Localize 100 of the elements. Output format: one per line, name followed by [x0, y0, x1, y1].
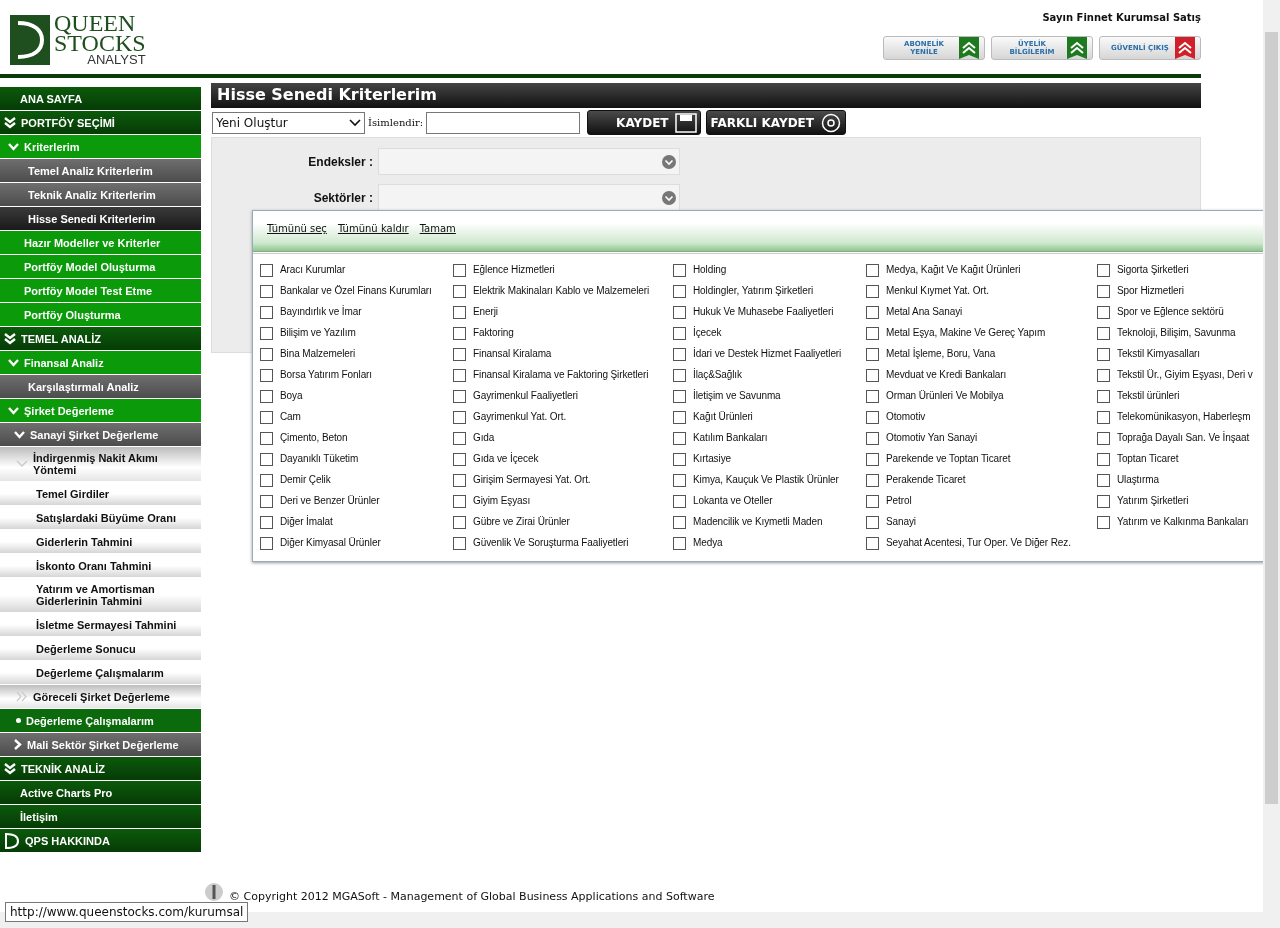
sector-option[interactable]: İlaç&Sağlık — [673, 369, 866, 390]
sector-option[interactable]: Metal Eşya, Makine Ve Gereç Yapım — [866, 327, 1097, 348]
sector-option[interactable]: Toprağa Dayalı San. Ve İnşaat — [1097, 432, 1263, 453]
sector-option[interactable]: Menkul Kıymet Yat. Ort. — [866, 285, 1097, 306]
sector-option[interactable]: Medya — [673, 537, 866, 558]
action-link[interactable]: Tümünü kaldır — [337, 223, 409, 239]
checkbox[interactable] — [866, 306, 879, 319]
checkbox[interactable] — [866, 474, 879, 487]
sector-option[interactable]: Metal Ana Sanayi — [866, 306, 1097, 327]
checkbox[interactable] — [453, 411, 466, 424]
sector-option[interactable]: Bilişim ve Yazılım — [260, 327, 453, 348]
sidebar-item[interactable]: Portföy Model Oluşturma — [0, 255, 201, 278]
name-input[interactable] — [426, 111, 581, 134]
sector-option[interactable]: Gayrimenkul Faaliyetleri — [453, 390, 673, 411]
sector-option[interactable]: Gübre ve Zirai Ürünler — [453, 516, 673, 537]
checkbox[interactable] — [260, 348, 273, 361]
checkbox[interactable] — [453, 327, 466, 340]
sector-option[interactable]: Sigorta Şirketleri — [1097, 264, 1263, 285]
sidebar-item[interactable]: Karşılaştırmalı Analiz — [0, 375, 201, 398]
checkbox[interactable] — [673, 537, 686, 550]
checkbox[interactable] — [673, 285, 686, 298]
sector-option[interactable]: Çimento, Beton — [260, 432, 453, 453]
sector-option[interactable]: Eğlence Hizmetleri — [453, 264, 673, 285]
sidebar-item[interactable]: TEMEL ANALİZ — [0, 327, 201, 350]
sector-option[interactable]: Bankalar ve Özel Finans Kurumları — [260, 285, 453, 306]
sector-option[interactable]: Otomotiv — [866, 411, 1097, 432]
vertical-scrollbar[interactable] — [1263, 0, 1280, 912]
checkbox[interactable] — [673, 369, 686, 382]
checkbox[interactable] — [866, 453, 879, 466]
checkbox[interactable] — [453, 348, 466, 361]
sidebar-item[interactable]: Mali Sektör Şirket Değerleme — [0, 733, 201, 756]
checkbox[interactable] — [260, 537, 273, 550]
sector-option[interactable]: Tekstil Kimyasalları — [1097, 348, 1263, 369]
sidebar-item[interactable]: Şirket Değerleme — [0, 399, 201, 422]
sector-option[interactable]: İçecek — [673, 327, 866, 348]
checkbox[interactable] — [260, 327, 273, 340]
checkbox[interactable] — [1097, 264, 1110, 277]
checkbox[interactable] — [453, 306, 466, 319]
sector-option[interactable]: Petrol — [866, 495, 1097, 516]
sidebar-item[interactable]: ANA SAYFA — [0, 87, 201, 110]
sector-option[interactable]: Faktoring — [453, 327, 673, 348]
checkbox[interactable] — [673, 264, 686, 277]
sector-option[interactable]: Bina Malzemeleri — [260, 348, 453, 369]
sector-option[interactable]: Tekstil Ür., Giyim Eşyası, Deri v — [1097, 369, 1263, 390]
checkbox[interactable] — [453, 390, 466, 403]
sector-option[interactable]: Toptan Ticaret — [1097, 453, 1263, 474]
sector-option[interactable]: Kimya, Kauçuk Ve Plastik Ürünler — [673, 474, 866, 495]
sector-option[interactable]: Teknoloji, Bilişim, Savunma — [1097, 327, 1263, 348]
checkbox[interactable] — [1097, 495, 1110, 508]
sector-option[interactable]: Hukuk Ve Muhasebe Faaliyetleri — [673, 306, 866, 327]
sector-option[interactable]: Girişim Sermayesi Yat. Ort. — [453, 474, 673, 495]
checkbox[interactable] — [260, 285, 273, 298]
sidebar-item[interactable]: Değerleme Çalışmalarım — [0, 709, 201, 732]
checkbox[interactable] — [673, 411, 686, 424]
sidebar-item[interactable]: Teknik Analiz Kriterlerim — [0, 183, 201, 206]
checkbox[interactable] — [673, 453, 686, 466]
sector-option[interactable]: Diğer İmalat — [260, 516, 453, 537]
sector-option[interactable]: Boya — [260, 390, 453, 411]
checkbox[interactable] — [453, 285, 466, 298]
checkbox[interactable] — [1097, 453, 1110, 466]
checkbox[interactable] — [866, 495, 879, 508]
sidebar-item[interactable]: Kriterlerim — [0, 135, 201, 158]
sector-option[interactable]: İdari ve Destek Hizmet Faaliyetleri — [673, 348, 866, 369]
sector-option[interactable]: Elektrik Makinaları Kablo ve Malzemeleri — [453, 285, 673, 306]
checkbox[interactable] — [866, 390, 879, 403]
sector-option[interactable]: Gayrimenkul Yat. Ort. — [453, 411, 673, 432]
save-as-button[interactable]: FARKLI KAYDET — [705, 110, 846, 135]
sector-option[interactable]: Yatırım Şirketleri — [1097, 495, 1263, 516]
sector-option[interactable]: Deri ve Benzer Ürünler — [260, 495, 453, 516]
sidebar-item[interactable]: Portföy Model Test Etme — [0, 279, 201, 302]
sector-option[interactable]: Bayındırlık ve İmar — [260, 306, 453, 327]
sector-option[interactable]: Aracı Kurumlar — [260, 264, 453, 285]
sector-option[interactable]: Cam — [260, 411, 453, 432]
checkbox[interactable] — [1097, 348, 1110, 361]
sector-option[interactable]: Sanayi — [866, 516, 1097, 537]
sector-option[interactable]: Finansal Kiralama — [453, 348, 673, 369]
sector-option[interactable]: Kırtasiye — [673, 453, 866, 474]
sector-option[interactable]: Spor Hizmetleri — [1097, 285, 1263, 306]
sector-option[interactable]: Yatırım ve Kalkınma Bankaları — [1097, 516, 1263, 537]
checkbox[interactable] — [453, 495, 466, 508]
sidebar-item[interactable]: İndirgenmiş Nakit Akımı Yöntemi — [0, 447, 201, 481]
sector-option[interactable]: İletişim ve Savunma — [673, 390, 866, 411]
checkbox[interactable] — [1097, 411, 1110, 424]
checkbox[interactable] — [1097, 474, 1110, 487]
sector-option[interactable]: Dayanıklı Tüketim — [260, 453, 453, 474]
sidebar-item[interactable]: Hazır Modeller ve Kriterler — [0, 231, 201, 254]
sector-option[interactable]: Diğer Kimyasal Ürünler — [260, 537, 453, 558]
sector-option[interactable]: Seyahat Acentesi, Tur Oper. Ve Diğer Rez. — [866, 537, 1097, 558]
sector-option[interactable]: Borsa Yatırım Fonları — [260, 369, 453, 390]
checkbox[interactable] — [866, 327, 879, 340]
sector-option[interactable]: Finansal Kiralama ve Faktoring Şirketleri — [453, 369, 673, 390]
sector-option[interactable]: Medya, Kağıt Ve Kağıt Ürünleri — [866, 264, 1097, 285]
action-link[interactable]: Tamam — [419, 223, 456, 239]
checkbox[interactable] — [453, 453, 466, 466]
checkbox[interactable] — [1097, 390, 1110, 403]
checkbox[interactable] — [866, 369, 879, 382]
sector-option[interactable]: Tekstil ürünleri — [1097, 390, 1263, 411]
checkbox[interactable] — [260, 453, 273, 466]
checkbox[interactable] — [673, 495, 686, 508]
sector-option[interactable]: Mevduat ve Kredi Bankaları — [866, 369, 1097, 390]
